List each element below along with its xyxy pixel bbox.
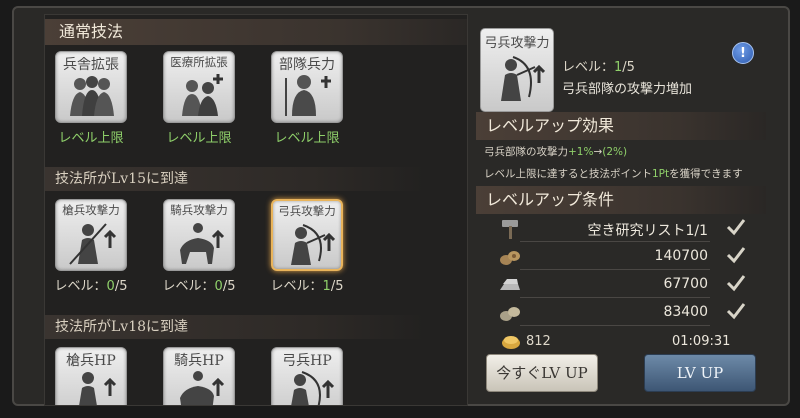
hammer-icon	[502, 220, 518, 239]
detail-tile-title: 弓兵攻撃力	[484, 36, 550, 51]
requirement-value: 140700	[654, 248, 708, 264]
tech-tree-panel[interactable]: 通常技法 兵舎拡張 レベル上限 医療所拡張 レベル上限 部隊兵力 レベル上限 技…	[44, 14, 468, 406]
spearman-hp-icon	[79, 372, 117, 405]
armored-soldier-icon	[285, 75, 331, 116]
tech-tile-archer-hp[interactable]: 弓兵HP	[271, 347, 343, 405]
normal-tech-header: 通常技法	[45, 19, 467, 45]
tile-title: 槍兵HP	[66, 353, 116, 369]
levelup-button[interactable]: LV UP	[644, 354, 756, 392]
divider	[520, 241, 710, 242]
effect-line-attack: 弓兵部隊の攻撃力+1%→(2%)	[484, 146, 628, 158]
check-icon	[726, 275, 746, 292]
requirement-row: 空き研究リスト1/1	[490, 216, 760, 242]
cavalry-icon	[180, 223, 225, 264]
tech-tile-spear-attack[interactable]: 槍兵攻撃力	[55, 199, 127, 271]
cavalry-hp-icon	[180, 371, 225, 405]
archer-hp-icon	[291, 371, 334, 405]
gold-amount: 812	[526, 334, 551, 349]
tile-title: 槍兵攻撃力	[62, 203, 120, 217]
requirement-row: 67700	[490, 272, 760, 298]
selected-tech-icon: 弓兵攻撃力	[480, 28, 554, 112]
tile-caption: レベル上限	[274, 131, 340, 146]
lv18-requirement-header: 技法所がLv18に到達	[45, 315, 425, 339]
divider	[520, 297, 710, 298]
tile-title: 騎兵攻撃力	[170, 203, 228, 217]
tile-caption: レベル上限	[166, 131, 232, 146]
tile-title: 弓兵HP	[282, 353, 332, 369]
archer-icon	[501, 56, 545, 101]
detail-description: 弓兵部隊の攻撃力増加	[562, 82, 693, 97]
tech-tile-troop-capacity[interactable]: 部隊兵力	[271, 51, 343, 123]
instant-levelup-button[interactable]: 今すぐLV UP	[486, 354, 598, 392]
tile-caption: レベル上限	[58, 131, 124, 146]
soldiers-icon	[70, 76, 114, 116]
spearman-icon	[69, 223, 117, 265]
tile-title: 兵舎拡張	[63, 57, 119, 73]
effect-line-points: レベル上限に達すると技法ポイント1Ptを獲得できます	[484, 168, 743, 180]
tech-tile-spear-hp[interactable]: 槍兵HP	[55, 347, 127, 405]
check-icon	[726, 303, 746, 320]
requirement-row: 83400	[490, 300, 760, 326]
tech-detail-panel: 弓兵攻撃力 レベル：1/5 弓兵部隊の攻撃力増加 ! レベルアップ効果 弓兵部隊…	[476, 14, 770, 406]
tech-tile-archer-attack[interactable]: 弓兵攻撃力	[271, 199, 343, 271]
research-timer: 01:09:31	[672, 334, 731, 349]
detail-level: レベル：1/5	[562, 60, 635, 75]
requirement-row: 140700	[490, 244, 760, 270]
tile-level: レベル：0/5	[162, 279, 236, 294]
requirement-value: 67700	[663, 276, 708, 292]
tile-title: 医療所拡張	[170, 55, 228, 69]
tech-tile-barracks[interactable]: 兵舎拡張	[55, 51, 127, 123]
tile-title: 弓兵攻撃力	[278, 204, 336, 218]
tile-level: レベル：0/5	[54, 279, 128, 294]
medic-icon	[182, 74, 223, 116]
tech-tile-cavalry-attack[interactable]: 騎兵攻撃力	[163, 199, 235, 271]
tile-title: 部隊兵力	[279, 57, 335, 73]
archer-icon	[291, 224, 335, 265]
wood-icon	[500, 251, 520, 265]
levelup-effect-header: レベルアップ効果	[476, 112, 766, 140]
levelup-requirements-header: レベルアップ条件	[476, 186, 766, 214]
tech-tile-infirmary[interactable]: 医療所拡張	[163, 51, 235, 123]
tile-level: レベル：1/5	[270, 279, 344, 294]
info-icon[interactable]: !	[732, 42, 754, 64]
check-icon	[726, 247, 746, 264]
check-icon	[726, 219, 746, 236]
stone-icon	[500, 307, 520, 321]
gold-icon	[502, 336, 520, 349]
lv15-requirement-header: 技法所がLv15に到達	[45, 167, 425, 191]
tile-title: 騎兵HP	[174, 353, 224, 369]
requirement-value: 空き研究リスト1/1	[587, 223, 708, 239]
requirement-value: 83400	[663, 304, 708, 320]
iron-icon	[500, 279, 520, 290]
tech-tile-cavalry-hp[interactable]: 騎兵HP	[163, 347, 235, 405]
divider	[520, 269, 710, 270]
divider	[520, 325, 710, 326]
